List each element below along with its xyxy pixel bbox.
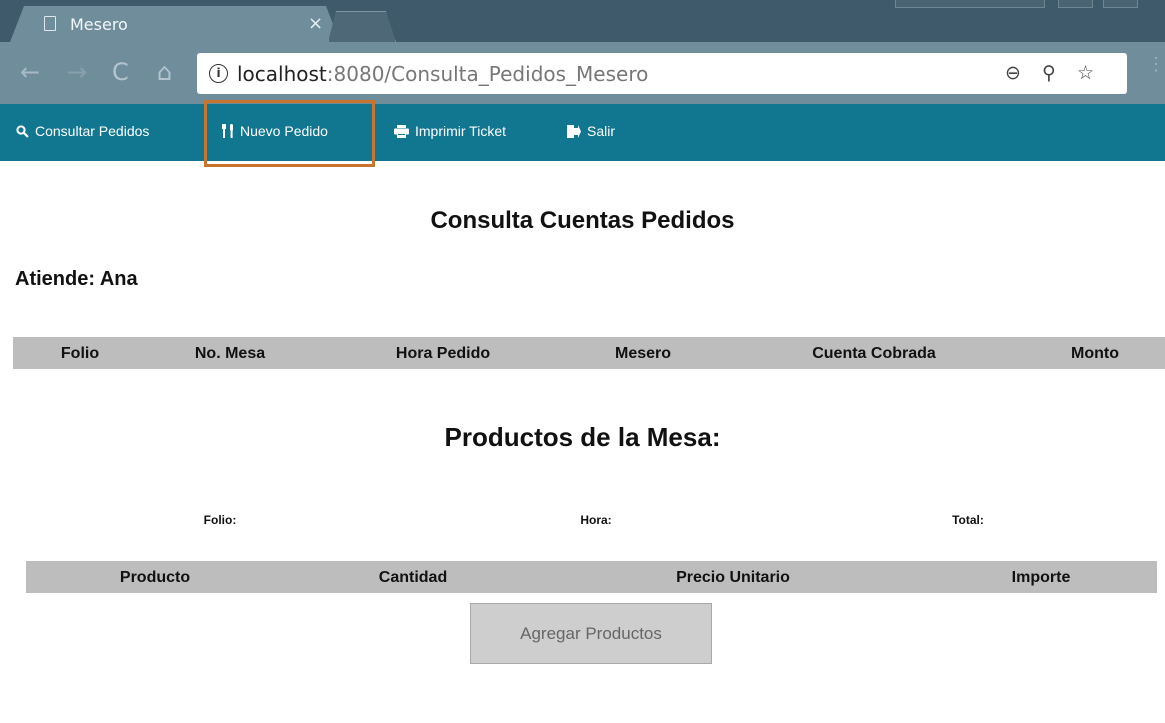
atiende-label: Atiende: Ana xyxy=(15,268,138,291)
page-icon xyxy=(44,16,56,31)
column-header: No. Mesa xyxy=(194,345,266,362)
browser-toolbar: ← → C ⌂ i localhost:8080/Consulta_Pedido… xyxy=(0,42,1165,104)
total-label: Total: xyxy=(952,513,984,527)
info-icon[interactable]: i xyxy=(209,64,228,83)
products-title: Productos de la Mesa: xyxy=(444,422,721,452)
column-header: Folio xyxy=(60,345,100,362)
reload-icon[interactable]: C xyxy=(112,60,129,84)
waiter-name: Ana xyxy=(99,268,138,290)
column-header: Precio Unitario xyxy=(676,569,790,586)
home-icon[interactable]: ⌂ xyxy=(157,60,172,84)
paint-icon[interactable]: ⚲ xyxy=(1042,62,1056,84)
nav-label: Consultar Pedidos xyxy=(35,123,150,139)
nav-salir[interactable]: Salir xyxy=(567,123,615,139)
atiende-prefix: Atiende: xyxy=(15,268,95,290)
folio-label: Folio: xyxy=(203,513,237,527)
orders-table-header: Folio No. Mesa Hora Pedido Mesero Cuenta… xyxy=(13,337,1165,369)
back-icon[interactable]: ← xyxy=(20,60,40,84)
star-icon[interactable]: ☆ xyxy=(1077,62,1094,84)
browser-tab[interactable]: Mesero × xyxy=(10,6,340,42)
zoom-icon[interactable]: ⊖ xyxy=(1005,62,1021,84)
nav-label: Salir xyxy=(587,123,616,139)
column-header: Producto xyxy=(119,569,191,586)
forward-icon[interactable]: → xyxy=(67,60,87,84)
column-header: Hora Pedido xyxy=(395,345,491,362)
nav-highlight-box xyxy=(204,100,375,167)
search-icon xyxy=(16,124,29,138)
tab-title: Mesero xyxy=(70,15,128,34)
browser-tab-strip: Mesero × xyxy=(0,0,1165,42)
hora-label: Hora: xyxy=(580,513,612,527)
sign-out-icon xyxy=(567,124,581,138)
nav-consultar-pedidos[interactable]: Consultar Pedidos xyxy=(16,123,149,139)
column-header: Cuenta Cobrada xyxy=(812,345,936,362)
nav-imprimir-ticket[interactable]: Imprimir Ticket xyxy=(394,123,506,139)
print-icon xyxy=(394,124,409,138)
column-header: Monto xyxy=(1071,345,1119,362)
close-icon[interactable]: × xyxy=(308,13,323,34)
add-products-button[interactable]: Agregar Productos xyxy=(470,603,712,664)
new-tab-button[interactable] xyxy=(328,11,396,42)
window-control[interactable] xyxy=(895,0,1045,8)
window-control[interactable] xyxy=(1103,0,1138,8)
nav-label: Imprimir Ticket xyxy=(415,123,506,139)
page-title: Consulta Cuentas Pedidos xyxy=(430,207,735,234)
menu-icon[interactable]: ⋮ xyxy=(1147,55,1165,73)
products-table-header: Producto Cantidad Precio Unitario Import… xyxy=(26,561,1157,593)
url-text[interactable]: localhost:8080/Consulta_Pedidos_Mesero xyxy=(237,62,648,86)
column-header: Cantidad xyxy=(378,569,448,586)
window-control[interactable] xyxy=(1058,0,1093,8)
column-header: Mesero xyxy=(614,345,672,362)
column-header: Importe xyxy=(1011,569,1071,586)
address-bar[interactable]: i localhost:8080/Consulta_Pedidos_Mesero… xyxy=(197,53,1127,94)
app-navbar: Consultar Pedidos Nuevo Pedido Imprimir … xyxy=(0,104,1165,161)
